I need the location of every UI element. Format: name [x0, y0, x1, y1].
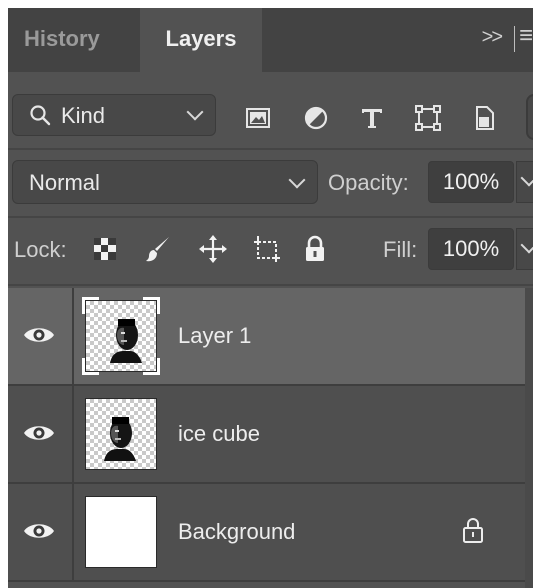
type-filter-icon[interactable] — [358, 104, 386, 132]
opacity-input[interactable]: 100% — [428, 161, 514, 203]
selection-corner — [82, 358, 99, 375]
layer-thumbnail[interactable] — [85, 398, 157, 470]
shape-filter-icon[interactable] — [414, 104, 442, 132]
search-icon — [30, 105, 51, 126]
layer-thumbnail[interactable] — [85, 496, 157, 568]
chevron-down-icon — [288, 171, 306, 189]
layer-name[interactable]: Background — [178, 519, 295, 545]
blend-mode-value: Normal — [29, 170, 100, 195]
chevron-down-icon — [186, 103, 204, 121]
divider — [8, 216, 533, 218]
layers-panel: History Layers >> ≡ Kind Normal Opacity:… — [8, 8, 533, 588]
lock-transparent-pixels-icon[interactable] — [90, 234, 120, 264]
layer-name[interactable]: ice cube — [178, 421, 260, 447]
kind-filter-dropdown[interactable]: Kind — [12, 94, 216, 136]
divider — [8, 284, 533, 286]
opacity-slider-toggle[interactable] — [516, 161, 533, 203]
tab-bar: History Layers >> ≡ — [8, 8, 533, 72]
visibility-column-divider — [72, 386, 74, 482]
chevron-down-icon — [520, 236, 533, 254]
eye-icon[interactable] — [22, 324, 56, 346]
selection-corner — [82, 297, 99, 314]
layer-name[interactable]: Layer 1 — [178, 323, 251, 349]
layer-row-layer-1[interactable]: Layer 1 — [8, 288, 525, 384]
divider — [8, 148, 533, 150]
filter-toggle-switch[interactable] — [526, 94, 533, 140]
tab-layers[interactable]: Layers — [140, 8, 262, 72]
blend-mode-dropdown[interactable]: Normal — [12, 160, 318, 204]
kind-filter-label: Kind — [61, 103, 106, 128]
chevron-down-icon — [520, 169, 533, 187]
fill-input[interactable]: 100% — [428, 228, 514, 270]
lock-image-pixels-icon[interactable] — [143, 234, 173, 264]
fill-label: Fill: — [383, 237, 418, 262]
layer-thumbnail[interactable] — [82, 297, 160, 375]
layers-scrollbar-track[interactable] — [525, 288, 533, 588]
lock-icon[interactable] — [462, 516, 484, 544]
adjustment-filter-icon[interactable] — [302, 104, 330, 132]
lock-position-icon[interactable] — [198, 234, 228, 264]
eye-icon[interactable] — [22, 422, 56, 444]
image-filter-icon[interactable] — [244, 104, 272, 132]
fill-slider-toggle[interactable] — [516, 228, 533, 270]
lock-artboard-icon[interactable] — [252, 234, 282, 264]
tab-divider — [514, 26, 515, 52]
lock-all-icon[interactable] — [300, 234, 330, 264]
opacity-label: Opacity: — [328, 170, 409, 195]
visibility-column-divider — [72, 288, 74, 384]
layer-row-ice-cube[interactable]: ice cube — [8, 386, 525, 482]
selection-corner — [143, 297, 160, 314]
selection-corner — [143, 358, 160, 375]
portrait-thumbnail-icon — [104, 417, 136, 461]
smart-object-filter-icon[interactable] — [470, 104, 498, 132]
tab-history[interactable]: History — [24, 8, 100, 72]
row-divider — [8, 580, 533, 582]
visibility-column-divider — [72, 484, 74, 580]
eye-icon[interactable] — [22, 520, 56, 542]
lock-label: Lock: — [14, 237, 67, 262]
layer-row-background[interactable]: Background — [8, 484, 525, 580]
hamburger-menu-icon[interactable]: ≡ — [519, 22, 533, 50]
panel-overflow-button[interactable]: >> — [482, 26, 503, 49]
